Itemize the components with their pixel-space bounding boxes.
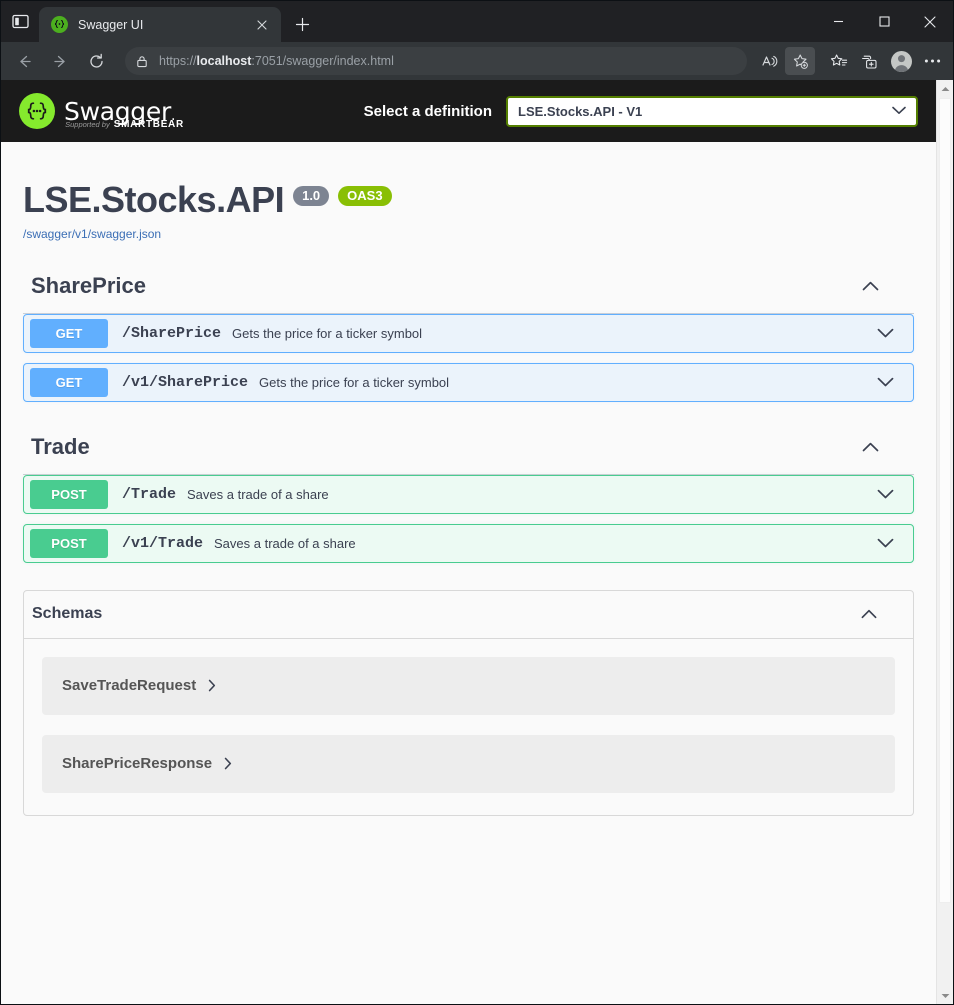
tab-title: Swagger UI bbox=[78, 17, 144, 32]
back-arrow-icon[interactable] bbox=[7, 46, 41, 76]
favorites-list-icon[interactable] bbox=[824, 47, 854, 75]
tag-name: SharePrice bbox=[31, 272, 146, 298]
definition-select-value: LSE.Stocks.API - V1 bbox=[518, 103, 643, 119]
version-badge: 1.0 bbox=[293, 186, 330, 206]
chevron-down-icon[interactable] bbox=[875, 484, 895, 504]
address-bar[interactable]: https://localhost:7051/swagger/index.htm… bbox=[125, 47, 747, 75]
operation-path: /v1/SharePrice bbox=[122, 373, 249, 391]
schemas-body: SaveTradeRequest SharePriceResponse bbox=[24, 639, 913, 815]
operation-summary: Saves a trade of a share bbox=[214, 535, 356, 551]
operation-summary: Saves a trade of a share bbox=[187, 486, 329, 502]
spec-url-link[interactable]: /swagger/v1/swagger.json bbox=[23, 227, 914, 241]
lock-icon bbox=[129, 48, 155, 74]
page-title: LSE.Stocks.API bbox=[23, 179, 285, 220]
new-tab-button[interactable] bbox=[285, 7, 319, 41]
chevron-down-icon[interactable] bbox=[875, 533, 895, 553]
api-title-row: LSE.Stocks.API 1.0 OAS3 bbox=[23, 180, 914, 220]
schemas-header[interactable]: Schemas bbox=[24, 591, 913, 639]
method-badge: POST bbox=[30, 479, 108, 509]
schemas-panel: Schemas SaveTradeRequest SharePriceRespo… bbox=[23, 589, 914, 816]
swagger-ui-page: Swagger. Supported by SMARTBEAR Select a… bbox=[1, 80, 936, 1004]
operation-row[interactable]: GET /v1/SharePrice Gets the price for a … bbox=[23, 362, 914, 402]
definition-selector-group: Select a definition LSE.Stocks.API - V1 bbox=[363, 95, 918, 127]
method-badge: GET bbox=[30, 367, 108, 397]
schema-name: SharePriceResponse bbox=[62, 755, 213, 773]
tag-section-trade: Trade POST /Trade Saves a trade of a sha… bbox=[23, 424, 914, 563]
chevron-up-icon[interactable] bbox=[860, 276, 880, 296]
chevron-up-icon[interactable] bbox=[859, 604, 879, 624]
operation-summary: Gets the price for a ticker symbol bbox=[259, 374, 450, 390]
schema-name: SaveTradeRequest bbox=[62, 677, 197, 695]
minimize-icon[interactable] bbox=[815, 1, 861, 42]
browser-tab[interactable]: Swagger UI bbox=[39, 7, 281, 42]
tab-actions-icon[interactable] bbox=[1, 1, 39, 42]
oas-badge: OAS3 bbox=[338, 186, 392, 206]
chevron-right-icon[interactable] bbox=[224, 757, 232, 770]
tag-name: Trade bbox=[31, 433, 90, 459]
window-close-icon[interactable] bbox=[907, 1, 953, 42]
forward-arrow-icon[interactable] bbox=[43, 46, 77, 76]
scroll-up-arrow-icon[interactable] bbox=[937, 80, 953, 97]
chevron-down-icon[interactable] bbox=[875, 372, 895, 392]
collections-icon[interactable] bbox=[855, 47, 885, 75]
operation-row[interactable]: POST /v1/Trade Saves a trade of a share bbox=[23, 523, 914, 563]
close-icon[interactable] bbox=[251, 14, 273, 36]
swagger-body: LSE.Stocks.API 1.0 OAS3 /swagger/v1/swag… bbox=[1, 142, 936, 816]
browser-window: Swagger UI https://localhost:7051/swagge… bbox=[0, 0, 954, 1005]
method-badge: GET bbox=[30, 318, 108, 348]
operation-summary: Gets the price for a ticker symbol bbox=[232, 325, 423, 341]
schemas-title: Schemas bbox=[32, 604, 103, 622]
chevron-down-icon[interactable] bbox=[875, 323, 895, 343]
more-options-icon[interactable] bbox=[917, 47, 947, 75]
add-favorite-icon[interactable] bbox=[785, 47, 815, 75]
schema-item[interactable]: SharePriceResponse bbox=[42, 734, 895, 793]
read-aloud-icon[interactable] bbox=[754, 47, 784, 75]
select-definition-label: Select a definition bbox=[363, 102, 492, 120]
window-controls bbox=[815, 1, 953, 42]
operation-path: /SharePrice bbox=[122, 324, 222, 342]
page-viewport: Swagger. Supported by SMARTBEAR Select a… bbox=[1, 80, 953, 1004]
api-info: LSE.Stocks.API 1.0 OAS3 /swagger/v1/swag… bbox=[23, 142, 914, 241]
operation-path: /v1/Trade bbox=[122, 534, 204, 552]
operation-row[interactable]: POST /Trade Saves a trade of a share bbox=[23, 474, 914, 514]
operation-path: /Trade bbox=[122, 485, 177, 503]
tag-header[interactable]: Trade bbox=[23, 424, 914, 475]
scroll-down-arrow-icon[interactable] bbox=[937, 987, 953, 1004]
browser-toolbar: https://localhost:7051/swagger/index.htm… bbox=[1, 42, 953, 80]
swagger-supported-by: Supported by SMARTBEAR bbox=[65, 118, 184, 130]
chevron-down-icon bbox=[892, 102, 906, 120]
chevron-right-icon[interactable] bbox=[208, 679, 216, 692]
maximize-icon[interactable] bbox=[861, 1, 907, 42]
tab-strip: Swagger UI bbox=[1, 1, 953, 42]
operation-row[interactable]: GET /SharePrice Gets the price for a tic… bbox=[23, 313, 914, 353]
reload-icon[interactable] bbox=[79, 46, 113, 76]
tag-section-shareprice: SharePrice GET /SharePrice Gets the pric… bbox=[23, 263, 914, 402]
swagger-logo-icon bbox=[19, 93, 55, 129]
url-text: https://localhost:7051/swagger/index.htm… bbox=[159, 54, 394, 68]
definition-select[interactable]: LSE.Stocks.API - V1 bbox=[506, 95, 918, 127]
scrollbar-thumb[interactable] bbox=[939, 98, 951, 903]
schema-item[interactable]: SaveTradeRequest bbox=[42, 656, 895, 715]
method-badge: POST bbox=[30, 528, 108, 558]
page-scrollbar[interactable] bbox=[936, 80, 953, 1004]
swagger-favicon-icon bbox=[51, 16, 68, 33]
swagger-topbar: Swagger. Supported by SMARTBEAR Select a… bbox=[1, 80, 936, 142]
tag-header[interactable]: SharePrice bbox=[23, 263, 914, 314]
chevron-up-icon[interactable] bbox=[860, 437, 880, 457]
profile-avatar-icon[interactable] bbox=[886, 47, 916, 75]
